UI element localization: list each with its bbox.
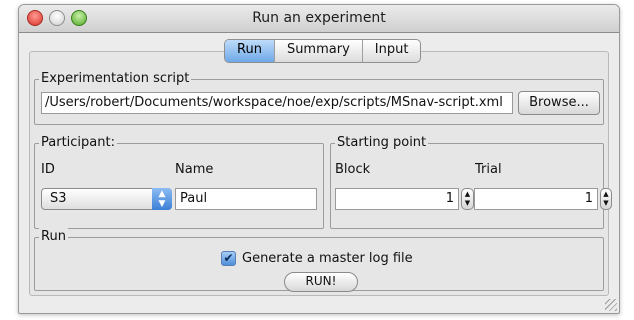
group-legend: Participant:: [39, 134, 117, 152]
tab-run[interactable]: Run: [225, 40, 274, 62]
selected-value: S3: [50, 191, 67, 206]
master-log-option[interactable]: ✔ Generate a master log file: [221, 250, 413, 266]
run-group: Run ✔ Generate a master log file RUN!: [34, 228, 604, 292]
checkmark-icon[interactable]: ✔: [221, 250, 236, 266]
block-field[interactable]: 1: [335, 188, 459, 210]
tab-bar: Run Summary Input: [224, 39, 422, 63]
group-legend: Run: [39, 228, 68, 246]
master-log-label: Generate a master log file: [242, 250, 413, 266]
browse-button[interactable]: Browse...: [518, 91, 600, 115]
run-button[interactable]: RUN!: [284, 272, 358, 292]
title-bar[interactable]: Run an experiment: [19, 5, 619, 33]
participant-name-field[interactable]: Paul: [175, 188, 317, 210]
participant-group: Participant: ID Name S3 ▲ ▼ Paul: [34, 134, 324, 229]
resize-grip-icon[interactable]: [605, 299, 617, 311]
tab-summary[interactable]: Summary: [273, 40, 362, 62]
tab-input[interactable]: Input: [361, 40, 421, 62]
experiment-window: Run an experiment Run Summary Input Expe…: [18, 4, 620, 314]
trial-label: Trial: [475, 162, 502, 177]
group-legend: Starting point: [335, 134, 429, 152]
starting-point-group: Starting point Block Trial 1 ▲ ▼ 1 ▲ ▼: [330, 134, 612, 229]
name-label: Name: [175, 162, 214, 177]
group-legend: Experimentation script: [39, 70, 192, 88]
up-down-arrows-icon: ▲ ▼: [152, 188, 172, 210]
window-title: Run an experiment: [252, 10, 386, 26]
block-label: Block: [335, 162, 371, 177]
run-tab-panel: Experimentation script /Users/robert/Doc…: [29, 51, 612, 296]
script-path-field[interactable]: /Users/robert/Documents/workspace/noe/ex…: [41, 92, 513, 114]
experimentation-script-group: Experimentation script /Users/robert/Doc…: [34, 70, 604, 125]
trial-stepper-icon[interactable]: ▲ ▼: [600, 188, 612, 210]
id-label: ID: [41, 162, 55, 177]
participant-id-select[interactable]: S3 ▲ ▼: [41, 188, 172, 210]
block-stepper-icon[interactable]: ▲ ▼: [461, 188, 474, 210]
trial-field[interactable]: 1: [474, 188, 598, 210]
